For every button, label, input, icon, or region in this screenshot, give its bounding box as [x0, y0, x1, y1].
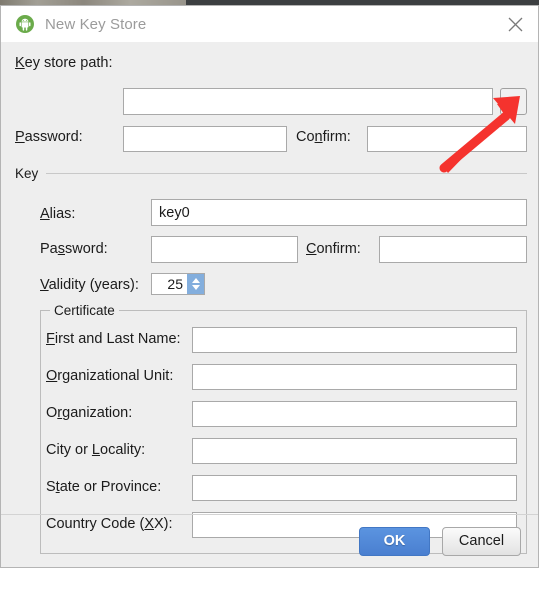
dialog-title: New Key Store	[45, 15, 147, 33]
cert-organizational-unit-row: Organizational Unit:	[46, 368, 173, 384]
cert-organization-label: Organization:	[46, 405, 133, 421]
new-key-store-dialog: New Key Store Key store path: ... Passwo…	[0, 5, 539, 568]
certificate-groupbox-title: Certificate	[50, 303, 119, 318]
keystore-confirm-row: Confirm:	[296, 129, 351, 145]
cert-organization-row: Organization:	[46, 405, 132, 421]
cert-first-last-name-input[interactable]	[192, 327, 517, 353]
chevron-up-icon[interactable]	[191, 278, 200, 283]
key-section-header: Key	[15, 166, 527, 181]
keystore-path-row: Key store path:	[15, 55, 113, 71]
key-password-row: Password:	[40, 241, 108, 257]
keystore-path-label: Key store path:	[15, 55, 113, 71]
key-validity-label: Validity (years):	[40, 277, 139, 293]
dialog-content: Key store path: ... Password: Confirm: K…	[1, 42, 538, 567]
key-validity-stepper[interactable]: 25	[151, 273, 205, 295]
cert-city-locality-input[interactable]	[192, 438, 517, 464]
key-alias-input[interactable]: key0	[151, 199, 527, 226]
browse-keystore-button[interactable]: ...	[500, 88, 527, 115]
key-confirm-label: Confirm:	[306, 241, 361, 257]
close-button[interactable]	[493, 6, 538, 42]
cert-state-province-input[interactable]	[192, 475, 517, 501]
cert-state-province-row: State or Province:	[46, 479, 161, 495]
key-section-divider	[46, 173, 527, 174]
cert-organization-input[interactable]	[192, 401, 517, 427]
key-alias-row: Alias:	[40, 206, 75, 222]
close-icon	[508, 17, 523, 31]
key-validity-arrows[interactable]	[187, 274, 204, 294]
cert-state-province-label: State or Province:	[46, 479, 162, 495]
cert-first-last-name-row: First and Last Name:	[46, 331, 181, 347]
keystore-path-input[interactable]	[123, 88, 493, 115]
keystore-password-row: Password:	[15, 129, 83, 145]
chevron-down-icon[interactable]	[191, 285, 200, 290]
key-section-label: Key	[15, 166, 39, 181]
key-confirm-row: Confirm:	[306, 241, 361, 257]
keystore-password-label: Password:	[15, 129, 83, 145]
dialog-button-bar: OK Cancel	[1, 514, 538, 567]
dialog-titlebar: New Key Store	[1, 6, 538, 42]
key-password-label: Password:	[40, 241, 108, 257]
keystore-confirm-label: Confirm:	[296, 129, 351, 145]
ok-button[interactable]: OK	[359, 526, 430, 556]
cancel-button[interactable]: Cancel	[442, 526, 521, 556]
key-validity-row: Validity (years):	[40, 277, 139, 293]
android-robot-icon	[16, 15, 34, 33]
cert-organizational-unit-label: Organizational Unit:	[46, 368, 174, 384]
cert-organizational-unit-input[interactable]	[192, 364, 517, 390]
key-alias-label: Alias:	[40, 206, 76, 222]
keystore-confirm-input[interactable]	[367, 126, 527, 152]
keystore-password-input[interactable]	[123, 126, 287, 152]
key-confirm-input[interactable]	[379, 236, 527, 263]
cert-city-locality-label: City or Locality:	[46, 442, 146, 458]
key-password-input[interactable]	[151, 236, 298, 263]
cert-city-locality-row: City or Locality:	[46, 442, 145, 458]
cert-first-last-name-label: First and Last Name:	[46, 331, 181, 347]
key-validity-value[interactable]: 25	[152, 274, 187, 294]
